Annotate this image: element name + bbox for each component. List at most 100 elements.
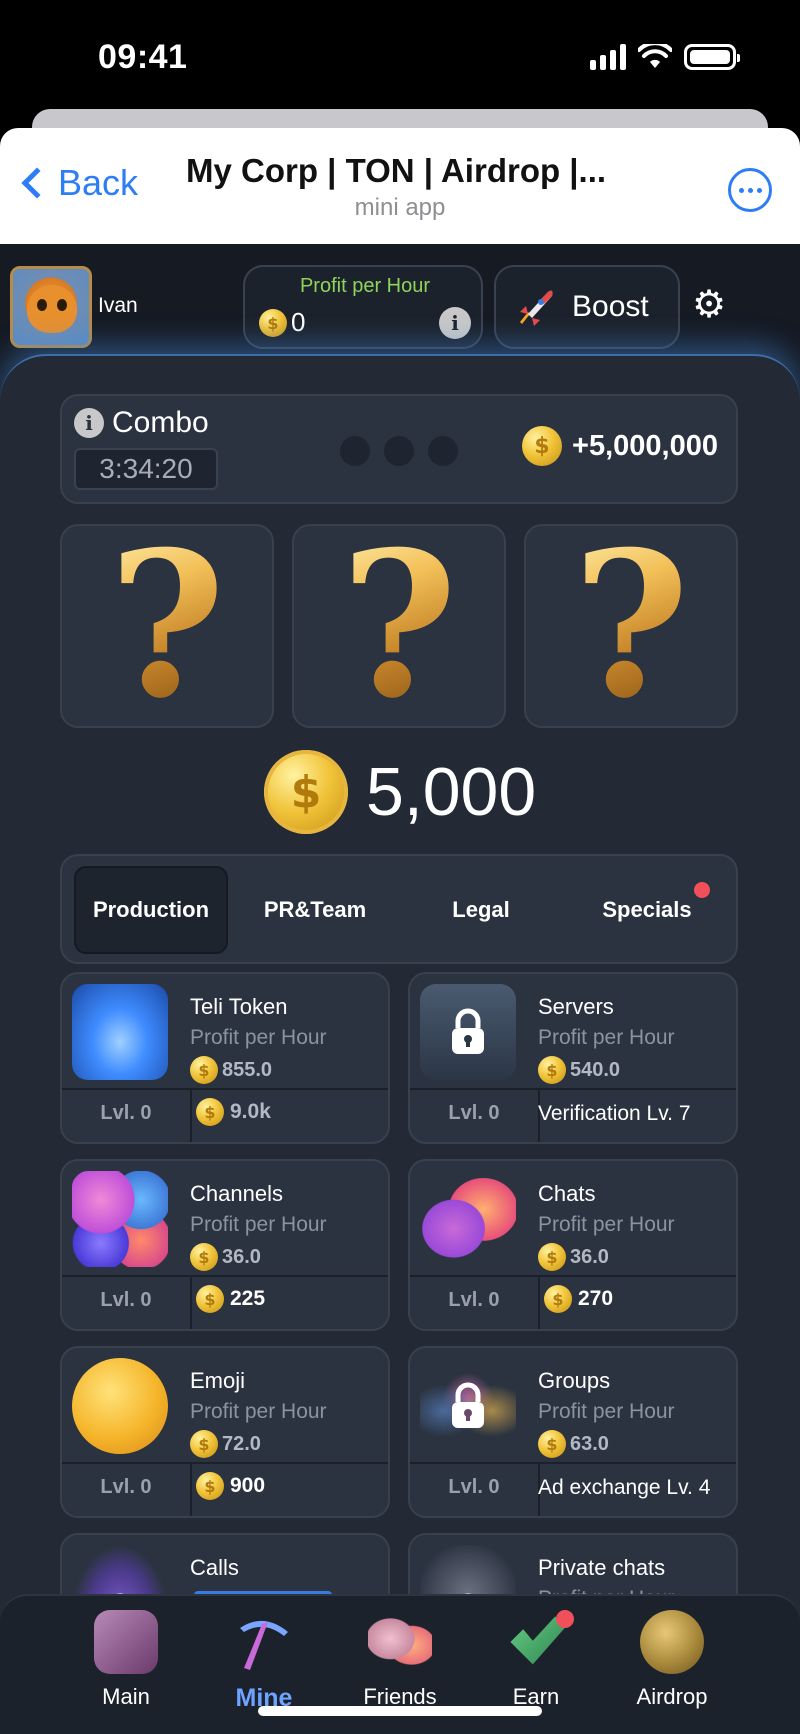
item-profit-value: 72.0	[222, 1432, 261, 1455]
boost-label: Boost	[572, 290, 649, 323]
combo-timer: 3:34:20	[74, 448, 218, 490]
upgrade-card-locked[interactable]: Servers Profit per Hour $ 540.0 Lvl. 0 V…	[408, 972, 738, 1144]
more-options-button[interactable]	[728, 168, 772, 212]
page-title: My Corp | TON | Airdrop |...	[186, 152, 607, 189]
app-content: Ivan Profit per Hour $ 0 i Boost ⚙ i Com…	[0, 244, 800, 1734]
status-icons	[590, 44, 740, 70]
notification-badge	[556, 1610, 574, 1628]
tab-pr-team[interactable]: PR&Team	[238, 866, 392, 954]
item-profit-value: 36.0	[570, 1245, 609, 1268]
groups-icon	[420, 1358, 516, 1454]
item-cost-value: 9.0k	[230, 1100, 271, 1123]
item-level: Lvl. 0	[100, 1289, 152, 1311]
info-icon[interactable]: i	[439, 307, 471, 339]
upgrade-card-locked[interactable]: Groups Profit per Hour $ 63.0 Lvl. 0 Ad …	[408, 1346, 738, 1518]
username: Ivan	[98, 294, 138, 317]
combo-card-slot[interactable]: ?	[524, 524, 738, 728]
combo-dot	[382, 434, 416, 468]
coin-icon: $	[190, 1430, 218, 1458]
item-subtitle: Profit per Hour	[538, 1400, 675, 1423]
boost-button[interactable]: Boost	[494, 265, 680, 349]
item-profit: $ 855.0	[190, 1056, 272, 1084]
chat-bubbles-icon	[420, 1171, 516, 1267]
item-cost: $ 225	[196, 1285, 265, 1313]
tab-specials[interactable]: Specials	[570, 866, 724, 954]
coin-icon: $	[196, 1285, 224, 1313]
item-subtitle: Profit per Hour	[538, 1026, 675, 1049]
tab-label: Specials	[602, 897, 692, 922]
upgrade-card[interactable]: Emoji Profit per Hour $ 72.0 Lvl. 0 $ 90…	[60, 1346, 390, 1518]
nav-mine[interactable]: Mine	[196, 1610, 332, 1720]
tab-label: Production	[92, 897, 210, 922]
pickaxe-icon	[240, 1620, 288, 1670]
item-name: Calls	[190, 1555, 239, 1580]
item-cost-value: 270	[578, 1287, 614, 1310]
coin-icon	[640, 1610, 704, 1674]
question-mark-icon: ?	[108, 524, 226, 728]
item-requirement: Verification Lv. 7	[538, 1102, 691, 1125]
battery-icon	[684, 44, 740, 70]
item-subtitle: Profit per Hour	[190, 1026, 327, 1049]
item-profit-value: 540.0	[570, 1058, 621, 1081]
signal-icon	[590, 44, 626, 70]
item-cost: $ 270	[544, 1285, 613, 1313]
nav-label: Airdrop	[636, 1684, 708, 1709]
server-box-icon	[420, 984, 516, 1080]
item-name: Channels	[190, 1181, 283, 1206]
nav-airdrop[interactable]: Airdrop	[604, 1610, 740, 1720]
profit-per-hour-pill[interactable]: Profit per Hour $ 0 i	[243, 265, 483, 349]
status-time: 09:41	[98, 38, 188, 76]
category-tabs: Production PR&Team Legal Specials	[60, 854, 738, 964]
tab-production[interactable]: Production	[74, 866, 228, 954]
item-level: Lvl. 0	[448, 1476, 500, 1498]
coin-icon: $	[264, 750, 348, 834]
coin-icon: $	[196, 1472, 224, 1500]
coin-icon: $	[190, 1056, 218, 1084]
nav-main[interactable]: Main	[58, 1610, 194, 1720]
tab-legal[interactable]: Legal	[404, 866, 558, 954]
emoji-icon	[72, 1358, 168, 1454]
coin-icon: $	[538, 1056, 566, 1084]
balance-value: 5,000	[366, 754, 537, 830]
info-icon[interactable]: i	[74, 408, 104, 438]
item-profit: $ 63.0	[538, 1430, 609, 1458]
coin-icon: $	[196, 1098, 224, 1126]
combo-card-slot[interactable]: ?	[292, 524, 506, 728]
combo-title: Combo	[112, 406, 209, 439]
avatar[interactable]	[10, 266, 92, 348]
item-name: Teli Token	[190, 994, 288, 1019]
combo-card-slot[interactable]: ?	[60, 524, 274, 728]
item-subtitle: Profit per Hour	[190, 1213, 327, 1236]
mini-app-header: Back My Corp | TON | Airdrop |... mini a…	[0, 128, 800, 244]
upgrade-card[interactable]: Teli Token Profit per Hour $ 855.0 Lvl. …	[60, 972, 390, 1144]
ellipsis-icon	[738, 187, 744, 193]
item-name: Groups	[538, 1368, 611, 1393]
nav-earn[interactable]: Earn	[468, 1610, 604, 1720]
question-mark-icon: ?	[340, 524, 458, 728]
page-subtitle: mini app	[354, 194, 446, 221]
item-level: Lvl. 0	[448, 1102, 500, 1124]
item-level: Lvl. 0	[100, 1476, 152, 1498]
upgrade-card[interactable]: Channels Profit per Hour $ 36.0 Lvl. 0 $…	[60, 1159, 390, 1331]
coin-icon: $	[522, 426, 563, 466]
nav-label: Main	[102, 1684, 150, 1709]
item-cost: $ 9.0k	[196, 1098, 271, 1126]
cube-icon	[94, 1610, 158, 1674]
nav-friends[interactable]: Friends	[332, 1610, 468, 1720]
item-profit: $ 72.0	[190, 1430, 261, 1458]
item-profit: $ 36.0	[190, 1243, 261, 1271]
item-subtitle: Profit per Hour	[190, 1400, 327, 1423]
upgrade-card[interactable]: Chats Profit per Hour $ 36.0 Lvl. 0 $ 27…	[408, 1159, 738, 1331]
settings-gear-icon[interactable]: ⚙	[690, 286, 728, 324]
coin-icon: $	[544, 1285, 572, 1313]
item-profit-value: 63.0	[570, 1432, 609, 1455]
megaphone-icon	[72, 1171, 168, 1267]
item-profit: $ 36.0	[538, 1243, 609, 1271]
tab-label: PR&Team	[263, 897, 367, 922]
coin-icon: $	[190, 1243, 218, 1271]
home-indicator	[258, 1706, 542, 1716]
item-profit: $ 540.0	[538, 1056, 620, 1084]
item-cost-value: 900	[230, 1474, 266, 1497]
item-name: Private chats	[538, 1555, 666, 1580]
combo-card: i Combo 3:34:20 $ +5,000,000	[60, 394, 738, 504]
